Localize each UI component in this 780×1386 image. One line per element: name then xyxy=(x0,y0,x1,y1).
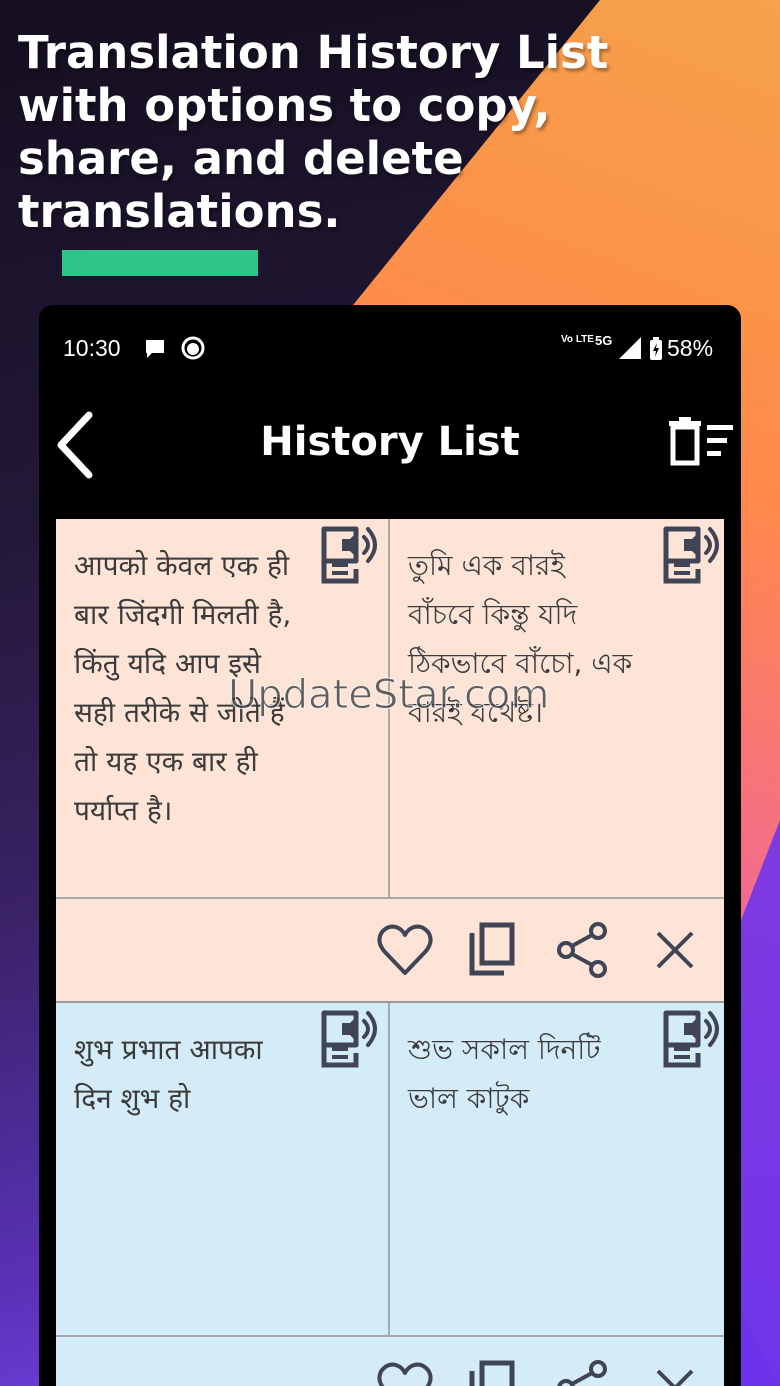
translation-pane: তুমি এক বারই বাঁচবে কিন্তু যদি ঠিকভাবে ব… xyxy=(390,519,724,897)
text-to-speech-icon xyxy=(321,526,377,584)
share-icon xyxy=(557,922,607,978)
source-text: शुभ प्रभात आपका दिन शुभ हो xyxy=(74,1033,263,1115)
heart-outline-icon xyxy=(377,1362,433,1386)
copy-icon xyxy=(469,1360,515,1386)
text-to-speech-icon xyxy=(663,526,719,584)
delete-button[interactable] xyxy=(646,1359,704,1386)
history-list: आपको केवल एक ही बार जिंदगी मिलती है, किं… xyxy=(56,519,724,1386)
source-pane: शुभ प्रभात आपका दिन शुभ हो xyxy=(56,1003,390,1335)
card-actions xyxy=(56,1337,724,1386)
app-bar: History List xyxy=(39,391,741,517)
heart-outline-icon xyxy=(377,924,433,975)
app-notification-icon xyxy=(181,336,205,365)
accent-bar xyxy=(62,250,258,276)
copy-button[interactable] xyxy=(466,921,524,979)
clear-history-button[interactable] xyxy=(667,417,737,467)
translated-text: শুভ সকাল দিনটি ভাল কাটুক xyxy=(408,1033,601,1115)
share-button[interactable] xyxy=(554,1359,612,1386)
favorite-button[interactable] xyxy=(376,921,434,979)
signal-icon xyxy=(619,337,641,364)
favorite-button[interactable] xyxy=(376,1359,434,1386)
status-bar: 10:30 Vo LTE 5G 58% xyxy=(39,305,741,391)
history-card-texts: आपको केवल एक ही बार जिंदगी मिलती है, किं… xyxy=(56,519,724,899)
chat-notification-icon xyxy=(143,338,167,365)
history-card: शुभ प्रभात आपका दिन शुभ हो শুভ সকাল দিনট… xyxy=(56,1003,724,1386)
copy-button[interactable] xyxy=(466,1359,524,1386)
source-text: आपको केवल एक ही बार जिंदगी मिलती है, किं… xyxy=(74,549,292,827)
speak-translation-button[interactable] xyxy=(662,525,722,585)
status-time: 10:30 xyxy=(63,335,121,361)
copy-icon xyxy=(469,922,515,976)
text-to-speech-icon xyxy=(321,1010,377,1068)
speak-source-button[interactable] xyxy=(320,1009,380,1069)
history-card-texts: शुभ प्रभात आपका दिन शुभ हो শুভ সকাল দিনট… xyxy=(56,1003,724,1337)
close-icon xyxy=(656,931,694,969)
phone-screen: 10:30 Vo LTE 5G 58% History List आपको के… xyxy=(39,305,741,1386)
delete-button[interactable] xyxy=(646,921,704,979)
close-icon xyxy=(656,1369,694,1386)
translated-text: তুমি এক বারই বাঁচবে কিন্তু যদি ঠিকভাবে ব… xyxy=(408,549,633,729)
network-5g-indicator: 5G xyxy=(595,333,613,348)
share-button[interactable] xyxy=(554,921,612,979)
volte-indicator: Vo LTE xyxy=(561,334,594,345)
clear-history-icon xyxy=(669,417,733,466)
history-card: आपको केवल एक ही बार जिंदगी मिलती है, किं… xyxy=(56,519,724,1003)
source-pane: आपको केवल एक ही बार जिंदगी मिलती है, किं… xyxy=(56,519,390,897)
speak-source-button[interactable] xyxy=(320,525,380,585)
speak-translation-button[interactable] xyxy=(662,1009,722,1069)
battery-icon xyxy=(649,337,663,366)
translation-pane: শুভ সকাল দিনটি ভাল কাটুক xyxy=(390,1003,724,1335)
page-title: History List xyxy=(260,419,520,465)
promo-headline: Translation History List with options to… xyxy=(18,26,609,238)
share-icon xyxy=(557,1360,607,1386)
text-to-speech-icon xyxy=(663,1010,719,1068)
card-actions xyxy=(56,899,724,1001)
battery-percent: 58% xyxy=(667,335,714,361)
